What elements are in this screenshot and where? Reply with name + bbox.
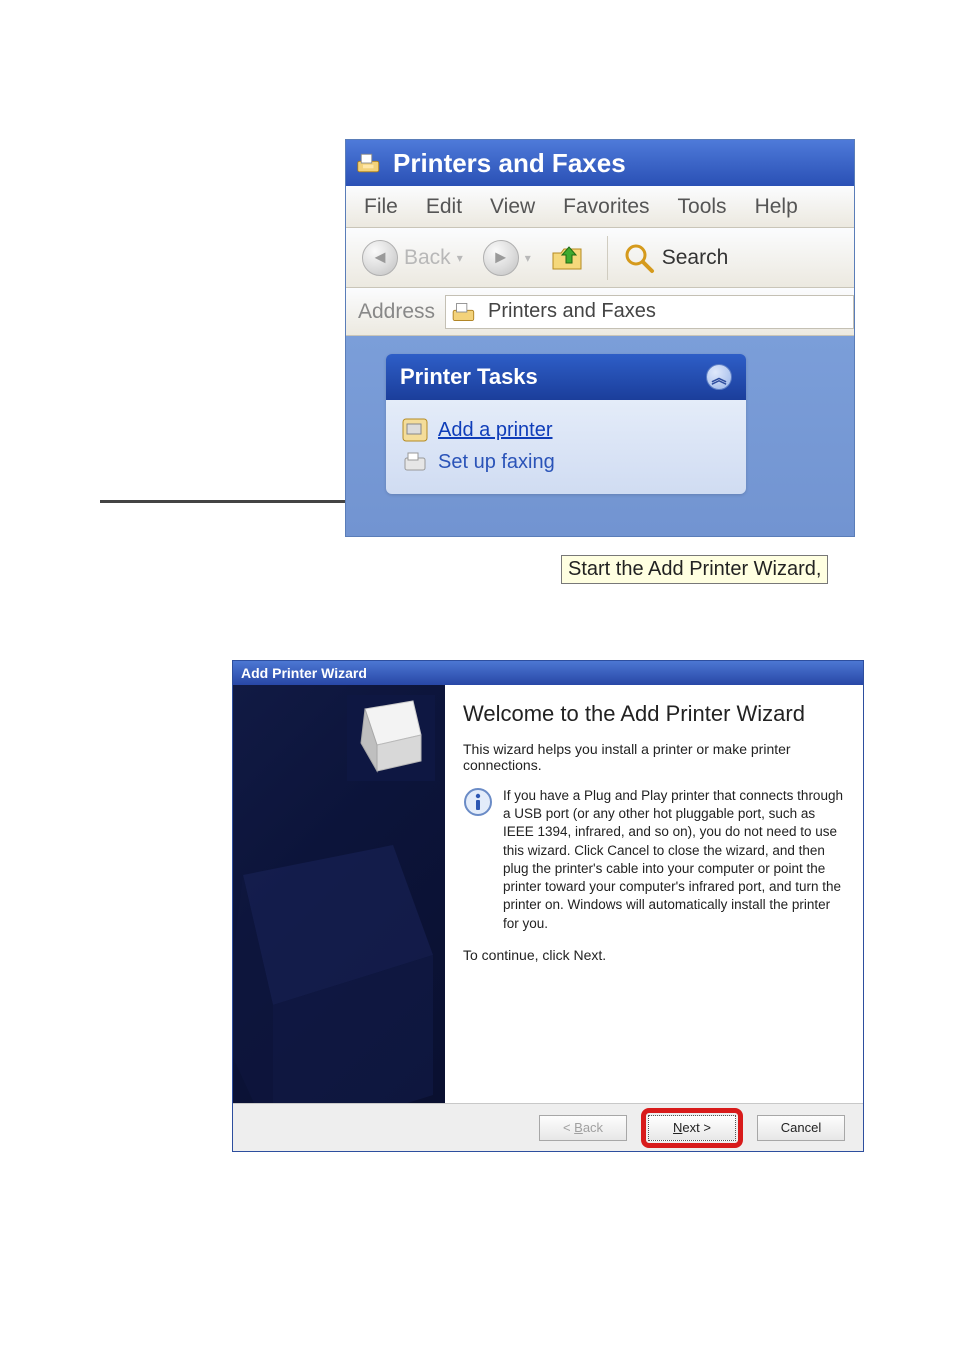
wizard-continue-text: To continue, click Next. — [463, 947, 845, 963]
address-value-text: Printers and Faxes — [488, 300, 656, 323]
back-button: ◄ Back ▾ — [356, 238, 469, 278]
menu-edit[interactable]: Edit — [426, 195, 462, 219]
wizard-body: Welcome to the Add Printer Wizard This w… — [233, 685, 863, 1103]
back-label: Back — [404, 246, 451, 270]
printer-badge-icon — [347, 695, 435, 781]
wizard-info-block: If you have a Plug and Play printer that… — [463, 787, 845, 933]
menu-tools[interactable]: Tools — [678, 195, 727, 219]
fax-icon — [402, 450, 428, 474]
menu-help[interactable]: Help — [755, 195, 798, 219]
tasks-panel-body: Add a printer Set up faxing — [386, 400, 746, 494]
setup-faxing-link[interactable]: Set up faxing — [438, 451, 555, 474]
printer-folder-icon — [452, 300, 480, 324]
dropdown-icon: ▾ — [525, 251, 531, 265]
task-add-printer[interactable]: Add a printer — [398, 414, 734, 446]
up-folder-button[interactable] — [545, 241, 591, 275]
back-button: < Back — [539, 1115, 627, 1141]
menu-favorites[interactable]: Favorites — [563, 195, 649, 219]
wizard-titlebar[interactable]: Add Printer Wizard — [233, 661, 863, 685]
dropdown-icon: ▾ — [457, 251, 463, 265]
search-button[interactable]: Search — [616, 239, 735, 277]
toolbar-separator — [607, 236, 608, 280]
wizard-info-text: If you have a Plug and Play printer that… — [503, 787, 845, 933]
wizard-heading: Welcome to the Add Printer Wizard — [463, 701, 845, 727]
printer-silhouette-icon — [233, 835, 445, 1103]
printers-faxes-window: Printers and Faxes File Edit View Favori… — [345, 139, 855, 537]
printer-tasks-panel: Printer Tasks ︽ Add a printer — [386, 354, 746, 494]
forward-arrow-icon: ► — [483, 240, 519, 276]
add-printer-link[interactable]: Add a printer — [438, 419, 553, 442]
menubar: File Edit View Favorites Tools Help — [346, 186, 854, 228]
cancel-label: Cancel — [781, 1120, 821, 1135]
back-arrow-icon: ◄ — [362, 240, 398, 276]
address-bar: Address Printers and Faxes — [346, 288, 854, 336]
wizard-button-row: < Back Next > Cancel — [233, 1103, 863, 1151]
next-label: Next > — [673, 1120, 711, 1135]
tasks-header-label: Printer Tasks — [400, 364, 538, 390]
next-button-highlight: Next > — [641, 1108, 743, 1148]
collapse-chevron-icon[interactable]: ︽ — [706, 364, 732, 390]
wizard-title: Add Printer Wizard — [241, 665, 367, 681]
up-folder-icon — [551, 243, 585, 273]
wizard-sidebar-graphic — [233, 685, 445, 1103]
add-printer-wizard-dialog: Add Printer Wizard Welcome to th — [232, 660, 864, 1152]
address-label: Address — [358, 300, 435, 324]
task-setup-faxing[interactable]: Set up faxing — [398, 446, 734, 478]
info-icon — [463, 787, 493, 817]
menu-view[interactable]: View — [490, 195, 535, 219]
toolbar: ◄ Back ▾ ► ▾ Search — [346, 228, 854, 288]
menu-file[interactable]: File — [364, 195, 398, 219]
search-label: Search — [662, 246, 729, 270]
window-titlebar[interactable]: Printers and Faxes — [346, 140, 854, 186]
tooltip-add-printer: Start the Add Printer Wizard, — [561, 555, 828, 584]
wizard-main: Welcome to the Add Printer Wizard This w… — [445, 685, 863, 1103]
wizard-intro-text: This wizard helps you install a printer … — [463, 741, 845, 773]
back-label: < Back — [563, 1120, 603, 1135]
callout-line — [100, 500, 360, 503]
cancel-button[interactable]: Cancel — [757, 1115, 845, 1141]
tasks-panel-header[interactable]: Printer Tasks ︽ — [386, 354, 746, 400]
search-icon — [622, 241, 656, 275]
window-title: Printers and Faxes — [393, 148, 626, 179]
address-field[interactable]: Printers and Faxes — [445, 295, 854, 329]
explorer-content: Printer Tasks ︽ Add a printer — [346, 336, 854, 536]
next-button[interactable]: Next > — [648, 1115, 736, 1141]
forward-button: ► ▾ — [477, 238, 537, 278]
printer-folder-icon — [356, 149, 384, 177]
add-printer-icon — [402, 418, 428, 442]
